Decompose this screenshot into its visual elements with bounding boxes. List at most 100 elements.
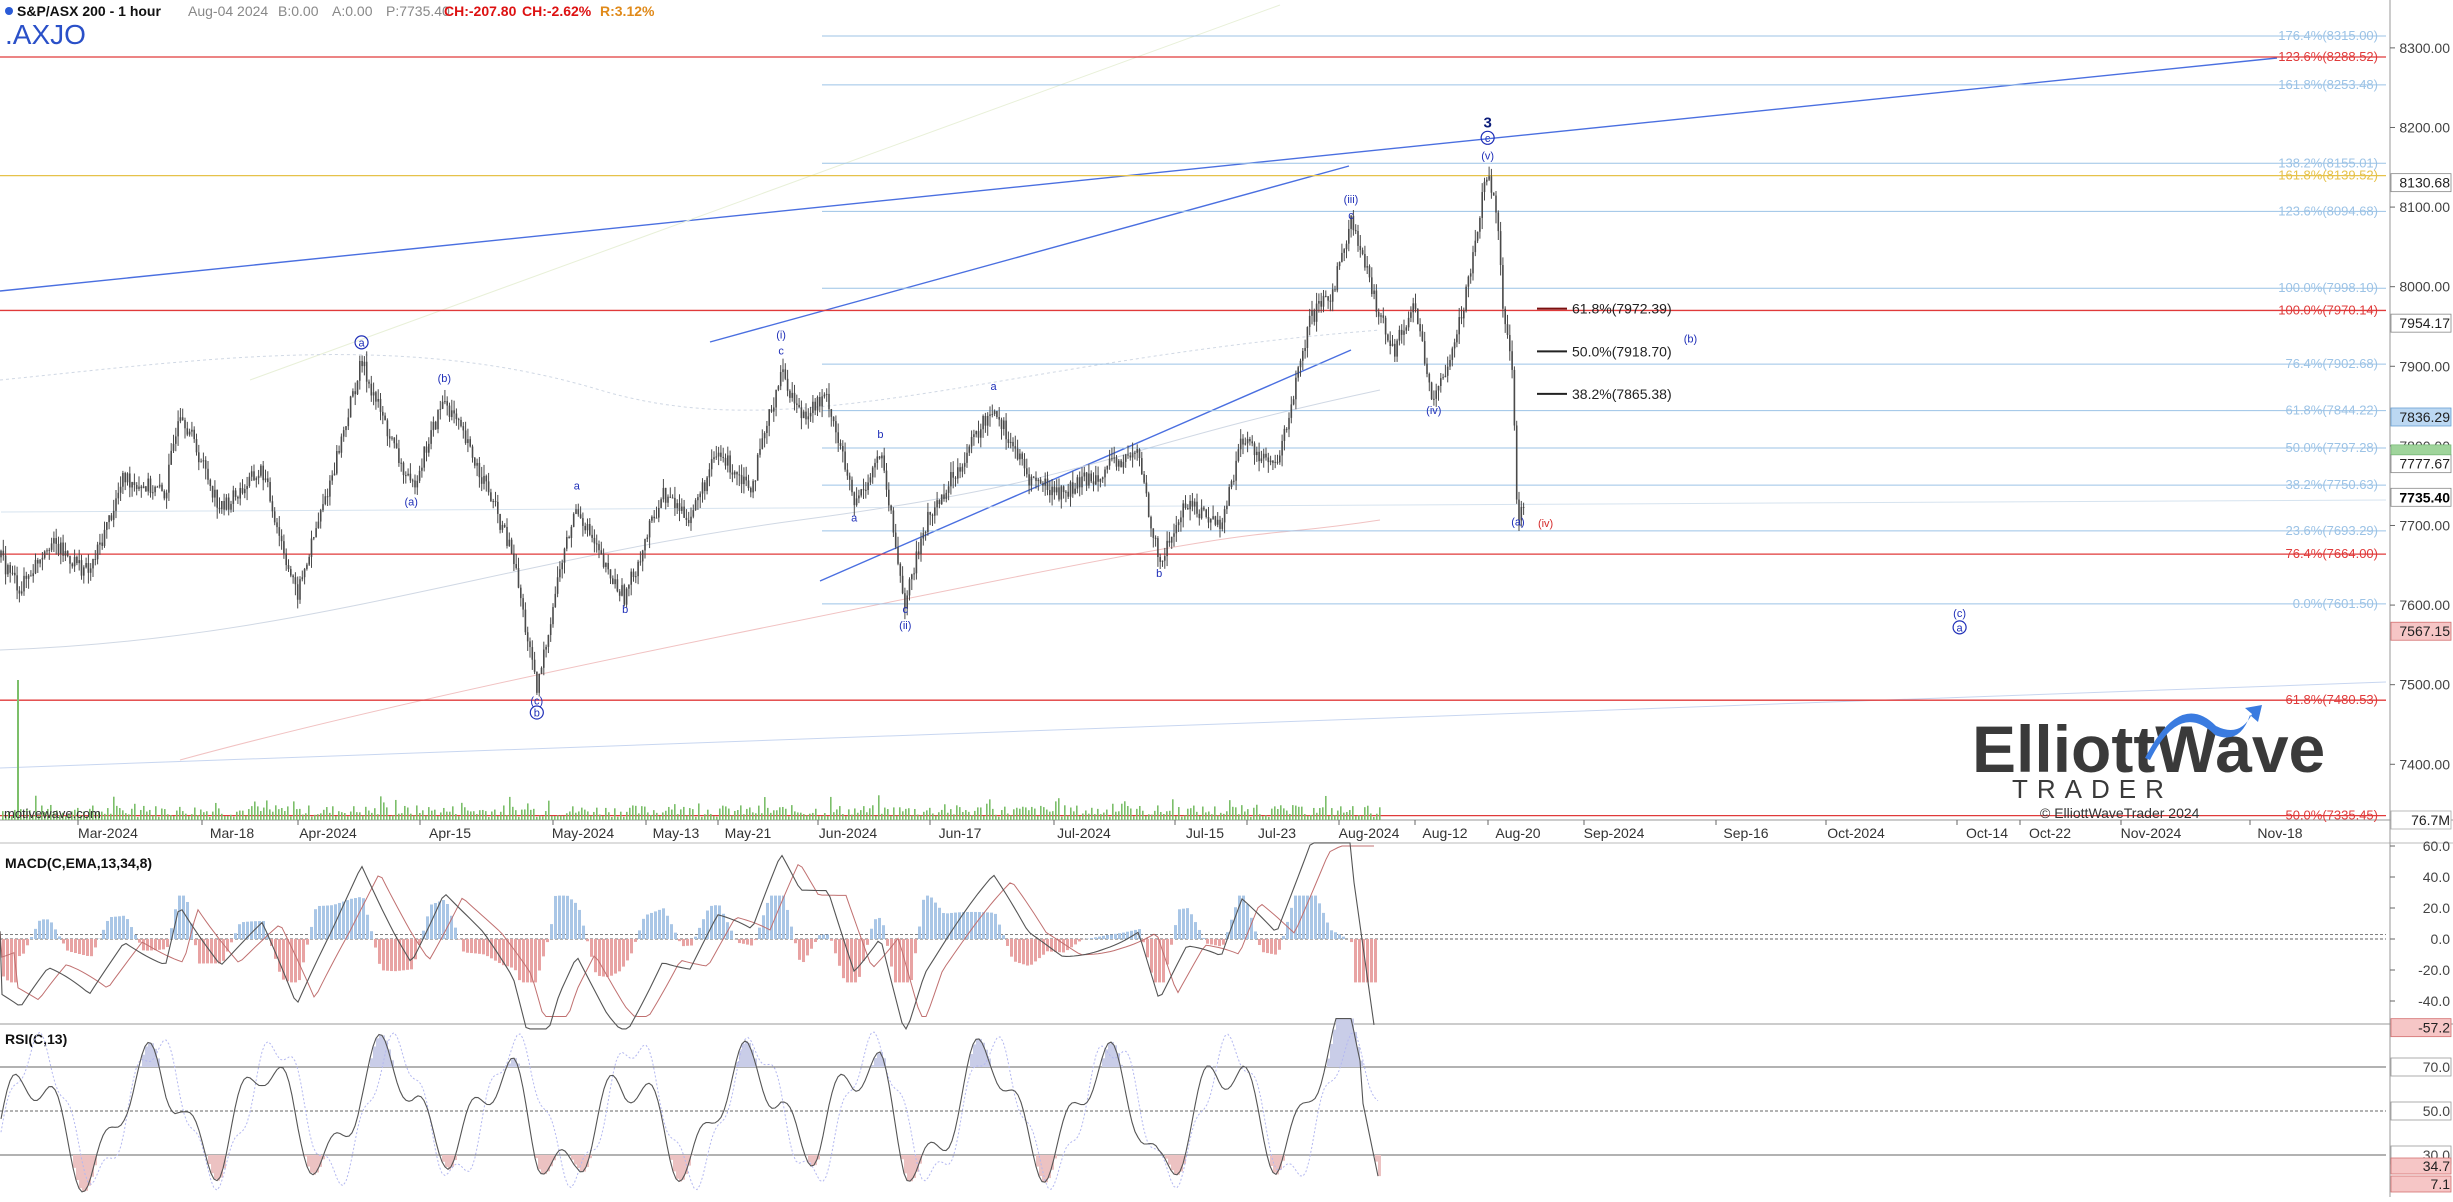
volume-bar <box>815 809 817 820</box>
macd-hist-bar <box>182 896 185 939</box>
candle-body <box>688 520 690 523</box>
price-badge-label: 76.7M <box>2411 812 2450 828</box>
macd-hist-bar <box>698 928 701 939</box>
macd-hist-bar <box>802 939 805 962</box>
volume-bar <box>1355 816 1357 820</box>
candle-body <box>711 459 713 469</box>
volume-bar <box>401 813 403 820</box>
volume-bar <box>737 810 739 820</box>
candle-body <box>159 485 161 487</box>
macd-hist-bar <box>750 939 753 945</box>
rsi-label: RSI(C,13) <box>5 1031 67 1047</box>
volume-bar <box>350 812 352 820</box>
candle-body <box>1300 361 1302 367</box>
volume-bar <box>1367 806 1369 820</box>
rsi-overbought-fill <box>1348 1019 1351 1067</box>
candle-body <box>1307 327 1309 348</box>
candle-body <box>421 468 423 471</box>
candle-body <box>716 457 718 458</box>
candle-body <box>515 564 517 568</box>
volume-bar <box>1067 816 1069 820</box>
candle-body <box>419 471 421 481</box>
macd-hist-bar <box>162 939 165 949</box>
candle-body <box>1040 480 1042 484</box>
volume-bar <box>1130 808 1132 820</box>
volume-bar <box>809 814 811 820</box>
volume-bar <box>686 815 688 820</box>
candle-body <box>557 577 559 594</box>
volume-bar <box>827 816 829 820</box>
candle-body <box>842 446 844 451</box>
macd-hist-bar <box>66 939 69 951</box>
rsi-overbought-fill <box>373 1047 376 1067</box>
macd-hist-bar <box>1014 939 1017 962</box>
macd-hist-bar <box>386 939 389 971</box>
candle-body <box>867 482 869 490</box>
candle-body <box>65 551 67 556</box>
macd-hist-bar <box>834 939 837 953</box>
candle-body <box>877 456 879 462</box>
candle-body <box>364 362 366 366</box>
candle-body <box>1061 486 1063 499</box>
macd-hist-bar <box>538 939 541 970</box>
rsi-overbought-fill <box>376 1038 379 1067</box>
volume-bar <box>971 815 973 820</box>
macd-hist-bar <box>374 939 377 948</box>
candle-body <box>998 417 1000 420</box>
macd-hist-bar <box>754 939 757 940</box>
volume-bar <box>1352 806 1354 820</box>
macd-hist-bar <box>1374 939 1377 982</box>
volume-bar <box>1025 807 1027 820</box>
volume-bar <box>860 810 862 820</box>
candle-body <box>1251 441 1253 443</box>
volume-bar <box>839 806 841 820</box>
macd-hist-bar <box>798 939 801 960</box>
volume-bar <box>236 812 238 820</box>
volume-bar <box>1058 798 1060 820</box>
volume-bar <box>434 810 436 820</box>
rsi-oversold-fill <box>910 1155 913 1181</box>
rsi-oversold-fill <box>1168 1155 1171 1165</box>
candle-body <box>513 553 515 564</box>
candle-body <box>191 430 193 432</box>
rsi-overbought-fill <box>379 1034 382 1067</box>
volume-bar <box>1373 817 1375 820</box>
candle-body <box>1219 520 1221 529</box>
volume-bar <box>623 817 625 820</box>
candle-body <box>1465 287 1467 311</box>
volume-bar <box>209 817 211 820</box>
candle-body <box>1240 439 1242 450</box>
candle-body <box>824 395 826 397</box>
time-tick: Sep-2024 <box>1584 825 1645 841</box>
candle-body <box>1332 289 1334 301</box>
volume-bar <box>749 807 751 820</box>
time-tick: Aug-2024 <box>1339 825 1400 841</box>
macd-hist-bar <box>54 929 57 939</box>
macd-hist-bar <box>1170 939 1173 945</box>
macd-hist-bar <box>1218 939 1221 946</box>
macd-hist-bar <box>1182 909 1185 939</box>
candle-body <box>814 402 816 411</box>
macd-hist-bar <box>910 939 913 980</box>
volume-bar <box>620 812 622 820</box>
macd-hist-bar <box>866 939 869 945</box>
rsi-badge-label-2: 7.1 <box>2431 1176 2451 1192</box>
volume-bar <box>173 816 175 820</box>
volume-bar <box>554 816 556 820</box>
wave-label: a <box>1957 622 1964 634</box>
candle-body <box>536 672 538 693</box>
candle-body <box>1077 477 1079 488</box>
volume-bar <box>881 814 883 820</box>
volume-bar <box>1112 804 1114 820</box>
macd-hist-bar <box>922 900 925 939</box>
macd-hist-bar <box>546 939 549 942</box>
candle-body <box>837 432 839 443</box>
candle-body <box>74 557 76 566</box>
candle-body <box>927 512 929 532</box>
macd-hist-bar <box>1290 908 1293 939</box>
macd-hist-bar <box>570 899 573 939</box>
macd-hist-bar <box>582 926 585 939</box>
macd-hist-bar <box>314 909 317 939</box>
candle-body <box>396 443 398 448</box>
volume-bar <box>104 814 106 820</box>
